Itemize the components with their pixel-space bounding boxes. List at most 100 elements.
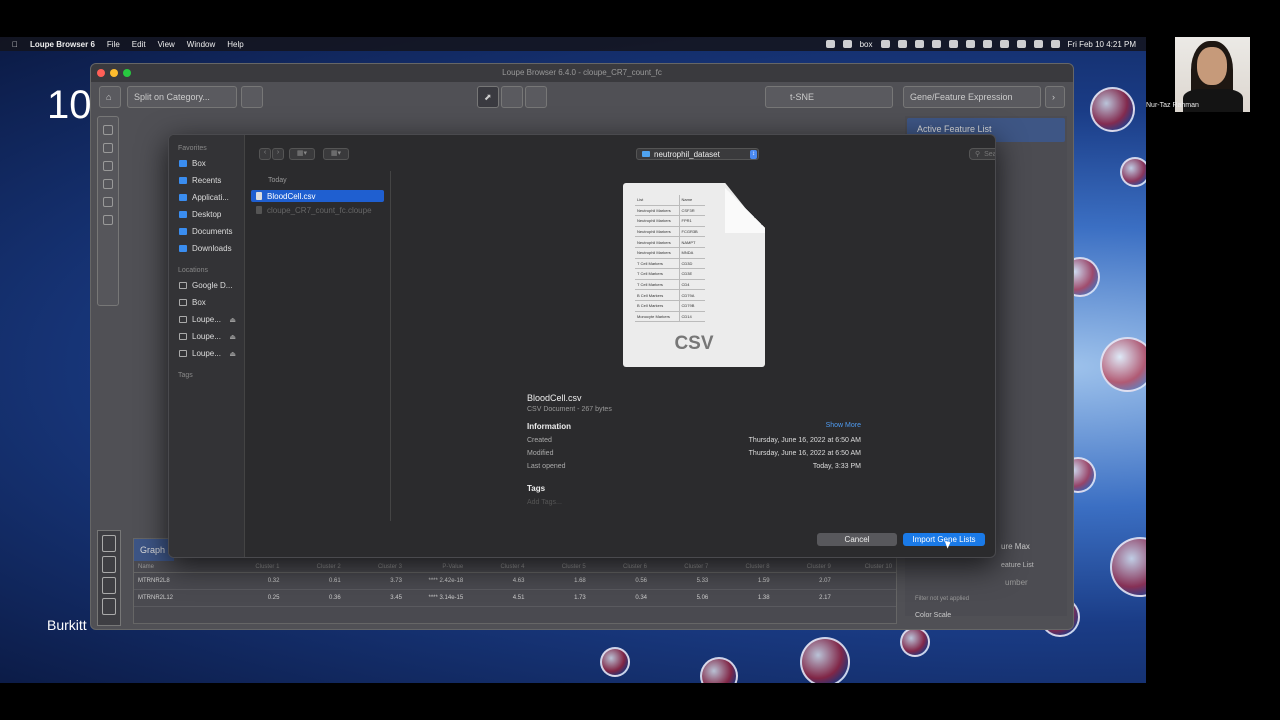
column-header[interactable]: Name	[134, 564, 222, 570]
tag-icon[interactable]	[241, 86, 263, 108]
menu-help[interactable]: Help	[227, 40, 243, 49]
grid-icon[interactable]	[102, 535, 116, 552]
menu-window[interactable]: Window	[187, 40, 215, 49]
chart-icon[interactable]	[102, 577, 116, 594]
preview-cell: Neutrophil Markers	[635, 226, 679, 238]
show-more-link[interactable]: Show More	[826, 422, 861, 431]
table-cell: 1.38	[757, 595, 770, 601]
sidebar-location[interactable]: Loupe... ⏏	[169, 345, 244, 362]
eject-icon[interactable]: ⏏	[229, 350, 236, 358]
camera-icon[interactable]	[103, 197, 113, 207]
zoom-out-icon[interactable]	[103, 143, 113, 153]
apple-icon[interactable]: 	[12, 40, 18, 49]
lasso-tool-icon[interactable]	[501, 86, 523, 108]
snapshot-icon[interactable]	[103, 215, 113, 225]
table-cell: 0.32	[267, 578, 280, 584]
list-icon[interactable]	[102, 556, 116, 573]
view-mode-icon[interactable]: ▦▾	[289, 148, 315, 160]
column-header[interactable]: Cluster 8	[712, 564, 773, 570]
column-header[interactable]: Cluster 9	[774, 564, 835, 570]
control-center-icon[interactable]	[1033, 40, 1043, 48]
siri-icon[interactable]	[1050, 40, 1060, 48]
folder-icon	[179, 211, 187, 218]
column-header[interactable]: Cluster 7	[651, 564, 712, 570]
home-icon[interactable]: ⌂	[99, 86, 121, 108]
battery-icon[interactable]	[982, 40, 992, 48]
menu-edit[interactable]: Edit	[132, 40, 146, 49]
wifi-icon[interactable]	[999, 40, 1009, 48]
sidebar-location[interactable]: Box	[169, 294, 244, 311]
mode-select[interactable]: Gene/Feature Expression	[903, 86, 1041, 108]
folder-path-popup[interactable]: neutrophil_dataset ↕	[636, 148, 759, 160]
forward-button[interactable]: ›	[272, 148, 284, 160]
search-input[interactable]	[984, 150, 995, 158]
brush-tool-icon[interactable]	[525, 86, 547, 108]
fit-icon[interactable]	[103, 161, 113, 171]
eject-icon[interactable]: ⏏	[229, 333, 236, 341]
preview-row: T Cell Markers CD3D	[635, 258, 705, 270]
preview-cell: CD4	[678, 279, 705, 291]
preview-row: Neutrophil Markers FPR1	[635, 215, 705, 227]
sidebar-item[interactable]: Desktop	[169, 206, 244, 223]
chevron-right-icon[interactable]: ›	[1045, 86, 1065, 108]
table-cell: 0.56	[635, 578, 648, 584]
split-category-select[interactable]: Split on Category...	[127, 86, 237, 108]
folder-icon	[179, 228, 187, 235]
sidebar-item[interactable]: Recents	[169, 172, 244, 189]
table-cell: **** 3.14e-15	[428, 595, 464, 601]
sidebar-item[interactable]: Box	[169, 155, 244, 172]
projection-select[interactable]: t-SNE	[765, 86, 893, 108]
file-item[interactable]: BloodCell.csv	[251, 190, 384, 202]
sidebar-item[interactable]: Downloads	[169, 240, 244, 257]
column-header[interactable]: Cluster 5	[528, 564, 589, 570]
preview-row: B Cell Markers CD79B	[635, 300, 705, 312]
file-list: Today BloodCell.csv cloupe_CR7_count_fc.…	[245, 171, 391, 521]
group-mode-icon[interactable]: ▦▾	[323, 148, 349, 160]
bubble-decoration	[1120, 157, 1146, 187]
status-icon[interactable]	[897, 40, 907, 48]
chevron-down-icon[interactable]	[102, 598, 116, 615]
sidebar-location[interactable]: Loupe... ⏏	[169, 328, 244, 345]
table-row[interactable]: MTRNR2L8 0.32 0.61 3.73 **** 2.42e-18 4.63 1.6…	[134, 573, 896, 590]
info-file-name: BloodCell.csv	[527, 393, 582, 403]
column-header[interactable]: Cluster 1	[222, 564, 283, 570]
column-header[interactable]: Cluster 3	[345, 564, 406, 570]
status-icon[interactable]	[825, 40, 835, 48]
volume-icon[interactable]	[931, 40, 941, 48]
clock[interactable]: Fri Feb 10 4:21 PM	[1068, 40, 1136, 49]
cancel-button[interactable]: Cancel	[817, 533, 897, 546]
sidebar-item[interactable]: Applicati...	[169, 189, 244, 206]
column-header[interactable]: Cluster 4	[467, 564, 528, 570]
box-icon[interactable]: box	[860, 40, 873, 49]
menu-view[interactable]: View	[158, 40, 175, 49]
search-icon[interactable]	[1016, 40, 1026, 48]
bluetooth-icon[interactable]	[965, 40, 975, 48]
column-header[interactable]: Cluster 2	[283, 564, 344, 570]
add-tags-field[interactable]: Add Tags...	[527, 499, 861, 506]
search-field[interactable]: ⚲	[969, 148, 995, 160]
back-button[interactable]: ‹	[259, 148, 271, 160]
file-item[interactable]: cloupe_CR7_count_fc.cloupe	[251, 204, 384, 216]
pointer-tool-icon[interactable]: ⬈	[477, 86, 499, 108]
status-icon[interactable]	[880, 40, 890, 48]
eject-icon[interactable]: ⏏	[229, 316, 236, 324]
save-icon[interactable]	[103, 179, 113, 189]
import-gene-lists-button[interactable]: Import Gene Lists	[903, 533, 985, 546]
webcam-feed	[1175, 37, 1250, 112]
status-icon[interactable]	[914, 40, 924, 48]
column-header[interactable]: Cluster 6	[590, 564, 651, 570]
table-row[interactable]: MTRNR2L12 0.25 0.36 3.45 **** 3.14e-15 4.51 1.…	[134, 590, 896, 607]
zoom-in-icon[interactable]	[103, 125, 113, 135]
preview-row: Monocyte Markers CD14	[635, 311, 705, 323]
column-header[interactable]: Cluster 10	[835, 564, 896, 570]
column-header[interactable]: P-Value	[406, 564, 467, 570]
status-icon[interactable]	[842, 40, 852, 48]
number-field[interactable]: umber	[1005, 578, 1028, 587]
sidebar-location[interactable]: Google D...	[169, 277, 244, 294]
keyboard-icon[interactable]	[948, 40, 958, 48]
sidebar-item-label: Recents	[192, 176, 222, 185]
menu-file[interactable]: File	[107, 40, 120, 49]
sidebar-location[interactable]: Loupe... ⏏	[169, 311, 244, 328]
sidebar-item[interactable]: Documents	[169, 223, 244, 240]
app-menu[interactable]: Loupe Browser 6	[30, 40, 95, 49]
